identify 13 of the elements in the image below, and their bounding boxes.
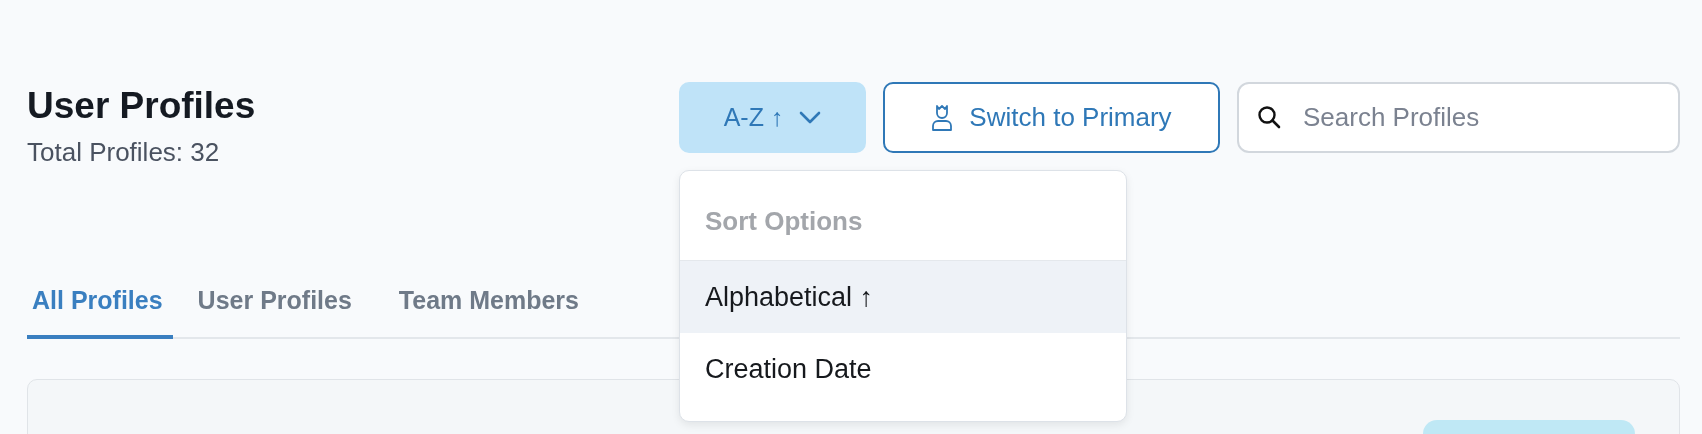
tab[interactable]: All Profiles <box>27 272 173 339</box>
page-title: User Profiles <box>27 84 256 128</box>
search-field[interactable]: Search Profiles <box>1237 82 1680 153</box>
tab[interactable]: User Profiles <box>192 272 374 339</box>
search-icon <box>1257 105 1281 129</box>
caret-icon <box>799 110 822 125</box>
menu-item[interactable]: Alphabetical ↑ <box>680 261 1126 333</box>
sort-button[interactable]: A-Z ↑ <box>679 82 866 153</box>
person-icon <box>931 103 954 132</box>
switch-button[interactable]: Switch to Primary <box>883 82 1220 153</box>
tab[interactable]: Team Members <box>393 272 601 339</box>
profile-count: Total Profiles: 32 <box>27 136 221 168</box>
menu-item[interactable]: Creation Date <box>680 333 1126 405</box>
